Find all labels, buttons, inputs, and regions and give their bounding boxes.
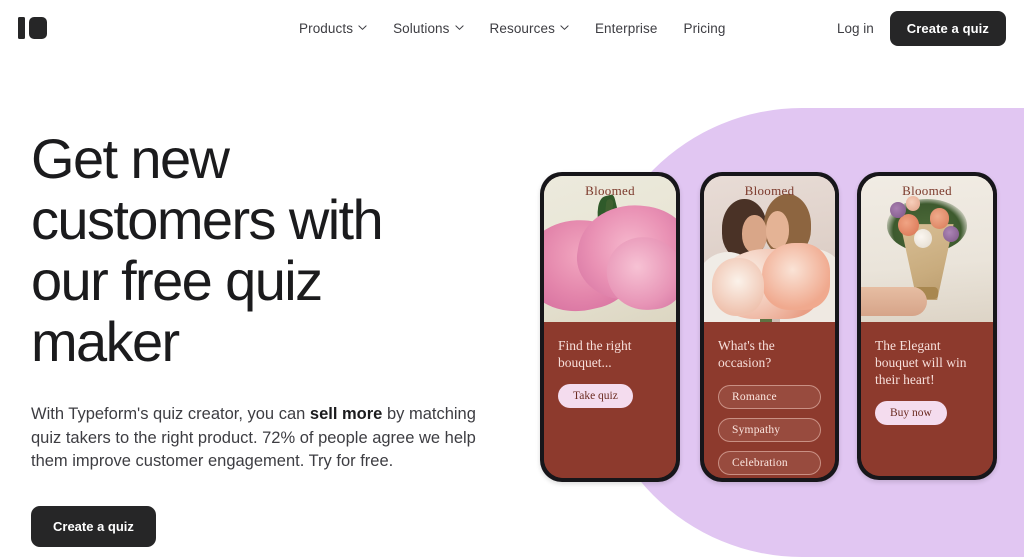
logo-square-icon [29,17,47,39]
quiz-card-2-body: What's the occasion? Romance Sympathy Ce… [704,322,835,478]
nav-label-solutions: Solutions [393,20,450,36]
quiz-card-1-screen: Bloomed Find the right bouquet... Take q… [544,176,676,478]
quiz-card-1-question: Find the right bouquet... [558,338,632,370]
logo-bar-icon [18,17,25,39]
quiz-card-2[interactable]: Bloomed What's the occasion? Romance Sym… [700,172,839,482]
nav-item-enterprise[interactable]: Enterprise [595,21,658,36]
quiz-card-3-screen: Bloomed The Elegant bouquet will win the… [861,176,993,476]
landing-page: Products Solutions Resources Enterprise [0,0,1024,557]
hero-create-quiz-button[interactable]: Create a quiz [31,505,156,547]
nav-item-solutions[interactable]: Solutions [393,20,464,36]
quiz-card-1[interactable]: Bloomed Find the right bouquet... Take q… [540,172,680,482]
page-title: Get new customers with our free quiz mak… [31,127,384,373]
header-actions: Log in Create a quiz [837,0,1006,56]
quiz-card-2-options: Romance Sympathy Celebration [718,385,821,475]
typeform-logo[interactable] [18,17,47,39]
option-romance[interactable]: Romance [718,385,821,409]
nav-label-resources: Resources [489,20,555,36]
take-quiz-button[interactable]: Take quiz [558,384,633,408]
main-navigation: Products Solutions Resources Enterprise [299,0,725,56]
quiz-card-3[interactable]: Bloomed The Elegant bouquet will win the… [857,172,997,480]
nav-label-products: Products [299,20,354,36]
chevron-down-icon [560,23,569,32]
chevron-down-icon [358,23,367,32]
quiz-card-3-question: The Elegant bouquet will win their heart… [875,338,967,387]
option-sympathy[interactable]: Sympathy [718,418,821,442]
option-celebration[interactable]: Celebration [718,451,821,475]
hero-description: With Typeform's quiz creator, you can se… [31,403,509,474]
quiz-card-1-body: Find the right bouquet... Take quiz [544,322,676,478]
quiz-card-1-image: Bloomed [544,176,676,322]
login-link[interactable]: Log in [837,21,874,36]
quiz-card-3-brand: Bloomed [902,183,952,198]
hero-description-emphasis: sell more [309,405,383,423]
nav-item-resources[interactable]: Resources [490,21,569,36]
buy-now-button[interactable]: Buy now [875,401,947,425]
quiz-card-2-image: Bloomed [704,176,835,322]
site-header: Products Solutions Resources Enterprise [0,0,1024,56]
hero-description-part1: With Typeform's quiz creator, you can [31,405,310,423]
hero-content: Get new customers with our free quiz mak… [31,128,531,547]
quiz-card-2-screen: Bloomed What's the occasion? Romance Sym… [704,176,835,478]
nav-label-pricing: Pricing [683,20,726,36]
nav-label-enterprise: Enterprise [594,20,658,36]
quiz-card-3-body: The Elegant bouquet will win their heart… [861,322,993,476]
quiz-card-2-question: What's the occasion? [718,338,775,370]
nav-item-products[interactable]: Products [299,21,367,36]
header-create-quiz-button[interactable]: Create a quiz [889,10,1006,46]
quiz-card-3-image: Bloomed [861,176,993,322]
chevron-down-icon [454,23,464,32]
quiz-card-1-brand: Bloomed [585,183,635,198]
nav-item-pricing[interactable]: Pricing [683,21,725,36]
quiz-card-2-brand: Bloomed [744,183,795,198]
